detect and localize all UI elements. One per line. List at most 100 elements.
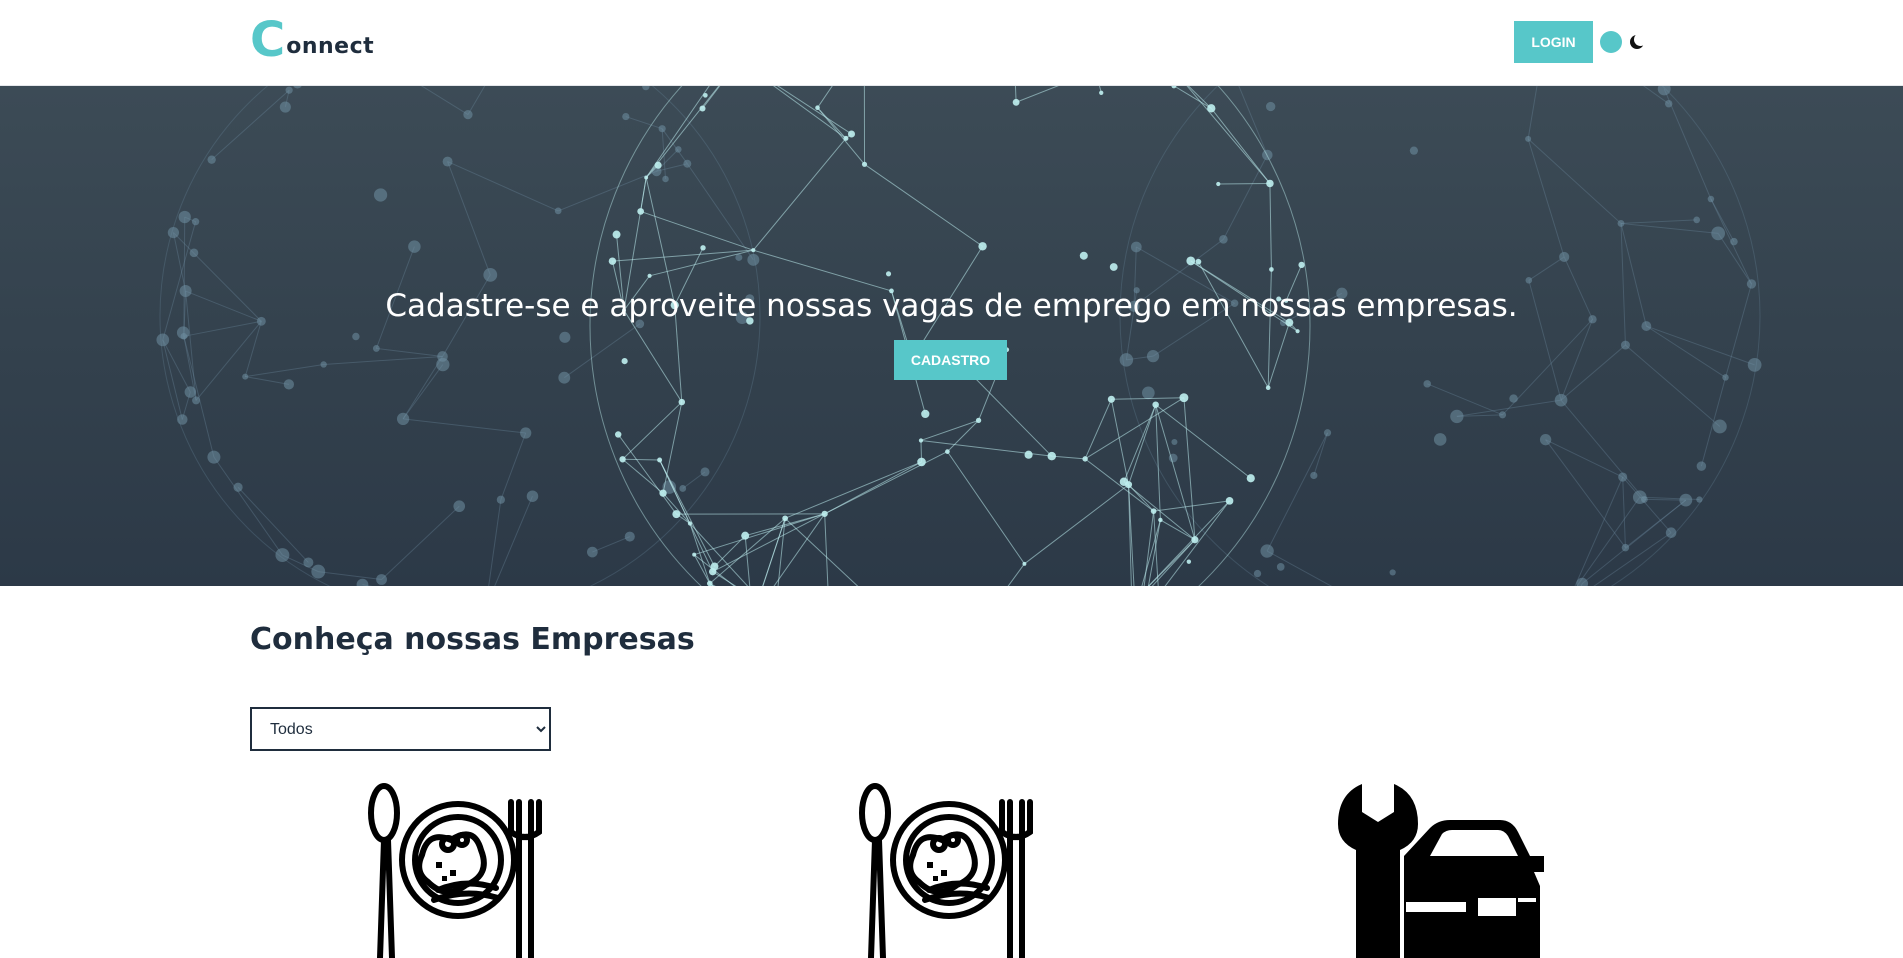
network-node [741,531,750,540]
network-line [1110,399,1130,485]
network-node [352,332,360,341]
network-node [496,495,505,504]
company-category-select[interactable]: Todos [250,707,551,751]
network-node [1621,543,1630,552]
login-button[interactable]: LOGIN [1514,21,1593,63]
network-node [782,515,789,522]
network-node [1266,179,1274,188]
network-line [1051,455,1086,460]
top-nav: C onnect LOGIN [0,0,1903,86]
network-node [184,386,197,398]
network-node [180,332,188,340]
network-line [1622,476,1672,534]
network-line [420,86,469,116]
network-node [624,531,635,542]
companies-title: Conheça nossas Empresas [250,622,695,657]
network-node [847,130,856,138]
network-line [1622,476,1626,548]
signup-button[interactable]: CADASTRO [894,340,1007,380]
network-node [978,242,987,251]
network-line [662,401,683,494]
network-node [1711,226,1726,241]
network-line [1427,383,1503,416]
network-node [747,253,760,266]
network-line [162,339,183,420]
network-line [1620,219,1697,224]
network-node [442,156,453,167]
network-line [661,128,688,165]
network-line [1155,404,1161,520]
network-node [1047,451,1057,461]
network-node [637,208,645,215]
network-node [672,510,681,519]
logo[interactable]: C onnect [250,12,374,68]
network-node [1693,216,1701,224]
car-repair-icon[interactable] [1338,784,1544,958]
network-node [709,567,717,576]
network-line [623,310,683,403]
network-line [709,583,714,586]
network-line [617,434,677,515]
network-line [946,451,1025,565]
network-node [189,248,199,258]
network-node [647,273,652,278]
network-node [1298,261,1305,269]
theme-toggle[interactable] [1600,31,1652,53]
network-node [559,331,571,343]
network-node [1640,495,1648,503]
network-node [815,105,820,111]
network-line [1218,182,1270,185]
network-line [744,535,751,586]
restaurant-icon[interactable] [366,780,558,958]
network-node [918,438,924,443]
network-node [1269,267,1274,272]
network-line [172,232,187,292]
network-line [1528,256,1565,281]
network-line [592,536,630,553]
network-line [1545,439,1623,478]
network-node [1423,380,1431,388]
network-line [376,347,443,357]
restaurant-icon[interactable] [857,780,1049,958]
network-line [784,461,922,519]
network-line [1197,261,1269,388]
network-line [1015,86,1059,103]
network-line [1625,344,1721,427]
network-line [864,163,983,247]
network-line [1625,499,1687,548]
network-node [283,379,295,390]
network-line [447,161,559,212]
network-node [843,135,849,141]
network-line [1007,563,1025,586]
network-node [320,361,327,368]
network-node [654,161,662,169]
network-node [1730,237,1738,246]
network-line [1642,86,1669,105]
globe-ring [1119,86,1761,586]
network-node [1509,394,1518,403]
network-node [1265,101,1276,112]
network-node [644,175,649,180]
network-node [621,358,628,365]
network-node [1186,256,1196,266]
network-line [622,401,683,460]
network-line [467,86,486,115]
network-node [1295,329,1300,334]
network-node [303,557,314,568]
hero-banner: Cadastre-se e aproveite nossas vagas de … [0,86,1903,586]
network-node [700,245,706,251]
network-node [1171,438,1178,446]
network-line [1266,432,1328,552]
network-line [1560,399,1645,500]
network-node [1310,471,1318,480]
network-node [1219,235,1228,244]
network-line [494,496,533,586]
network-node [285,86,293,94]
network-line [1128,484,1154,512]
network-line [1128,404,1157,485]
network-line [1024,484,1129,565]
network-line [1153,511,1159,586]
network-node [1617,219,1625,227]
logo-initial: C [250,12,286,68]
network-node [167,226,180,239]
